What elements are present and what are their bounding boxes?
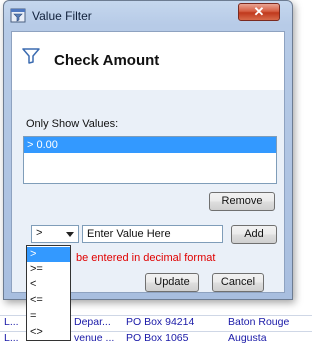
table-cell: Augusta: [228, 332, 267, 344]
dialog-header: Check Amount: [12, 32, 284, 90]
dropdown-option[interactable]: <>: [27, 325, 70, 340]
dropdown-option[interactable]: >: [27, 247, 70, 262]
dialog-title: Value Filter: [32, 9, 92, 23]
close-button[interactable]: ✕: [238, 3, 280, 21]
operator-selected-value: >: [36, 227, 43, 239]
remove-button[interactable]: Remove: [209, 192, 275, 211]
value-input[interactable]: Enter Value Here: [82, 225, 223, 243]
dropdown-option[interactable]: <=: [27, 293, 70, 308]
screen: L... Depar... PO Box 94214 Baton Rouge L…: [0, 0, 312, 346]
list-item[interactable]: > 0.00: [24, 137, 276, 153]
dropdown-option[interactable]: <: [27, 277, 70, 292]
table-cell: venue ...: [74, 332, 115, 344]
dropdown-option[interactable]: >=: [27, 262, 70, 277]
only-show-label: Only Show Values:: [26, 118, 119, 130]
table-cell: Depar...: [74, 316, 111, 328]
funnel-icon: [22, 48, 40, 64]
table-cell: PO Box 94214: [126, 316, 195, 328]
operator-dropdown-list[interactable]: > >= < <= = <>: [26, 245, 71, 341]
dialog-titlebar[interactable]: Value Filter ✕: [4, 1, 292, 29]
table-cell: L...: [4, 332, 19, 344]
table-cell: PO Box 1065: [126, 332, 189, 344]
add-button[interactable]: Add: [231, 225, 277, 244]
dropdown-option[interactable]: =: [27, 309, 70, 324]
error-message: be entered in decimal format: [76, 252, 216, 264]
cancel-button[interactable]: Cancel: [212, 273, 264, 292]
values-list[interactable]: > 0.00: [23, 136, 277, 184]
chevron-down-icon[interactable]: [66, 232, 74, 237]
update-button[interactable]: Update: [145, 273, 199, 292]
filter-window-icon: [10, 8, 26, 23]
table-cell: L...: [4, 316, 19, 328]
operator-select[interactable]: >: [31, 225, 79, 243]
column-title: Check Amount: [54, 52, 160, 69]
table-cell: Baton Rouge: [228, 316, 290, 328]
